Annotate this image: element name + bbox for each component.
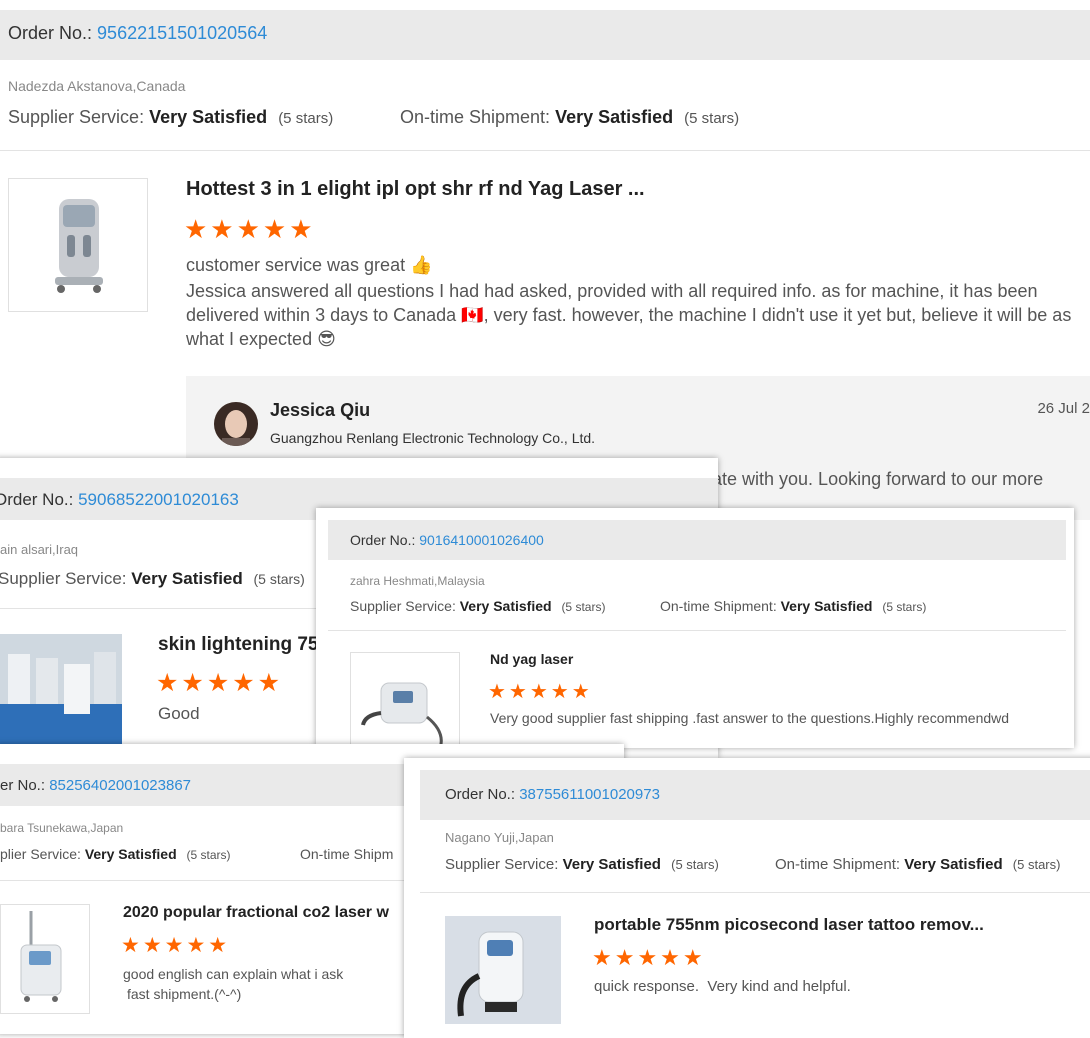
product-title-link[interactable]: Hottest 3 in 1 elight ipl opt shr rf nd … — [186, 178, 645, 201]
product-thumbnail[interactable] — [0, 904, 90, 1014]
reply-company: Guangzhou Renlang Electronic Technology … — [270, 430, 596, 446]
shipment-rating: On-time Shipment: Very Satisfied (5 star… — [660, 598, 927, 614]
product-thumbnail[interactable] — [445, 916, 561, 1024]
review-text-line1: good english can explain what i ask — [123, 966, 344, 982]
laser-machine-image — [55, 199, 103, 293]
supplier-service-rating: Supplier Service: Very Satisfied (5 star… — [8, 107, 334, 127]
buyer-name: bara Tsunekawa,Japan — [0, 821, 124, 835]
shipment-rating: On-time Shipm — [300, 846, 394, 862]
shipment-rating: On-time Shipment: Very Satisfied (5 star… — [400, 107, 740, 127]
order-label: Order No.: — [8, 23, 93, 43]
rating-stars: ★★★★★ — [488, 681, 593, 703]
shipment-rating: On-time Shipment: Very Satisfied (5 star… — [775, 856, 1061, 873]
order-header: Order No.: 95622151501020564 — [0, 10, 1090, 60]
order-number-link[interactable]: 95622151501020564 — [97, 23, 267, 43]
supplier-service-rating: Supplier Service: Very Satisfied (5 star… — [350, 598, 606, 614]
avatar — [214, 402, 258, 446]
co2-laser-image — [20, 911, 62, 1002]
rating-stars: ★★★★★ — [156, 669, 284, 697]
order-header: Order No.: 38755611001020973 — [420, 770, 1090, 820]
order-number-link[interactable]: 85256402001023867 — [49, 777, 191, 794]
order-label: Order No.: — [0, 490, 74, 509]
divider — [328, 630, 1066, 631]
buyer-name: zahra Heshmati,Malaysia — [350, 574, 485, 588]
review-text: quick response. Very kind and helpful. — [594, 978, 851, 995]
rating-stars: ★★★★★ — [592, 945, 706, 970]
review-card-3: Order No.: 9016410001026400 zahra Heshma… — [316, 508, 1074, 748]
product-title-link[interactable]: skin lightening 75 — [158, 634, 318, 656]
order-number-link[interactable]: 59068522001020163 — [78, 490, 239, 509]
order-number-link[interactable]: 38755611001020973 — [519, 786, 660, 803]
reply-text: rate with you. Looking forward to our mo… — [706, 469, 1044, 489]
review-card-1: Order No.: 95622151501020564 Nadezda Aks… — [0, 0, 1090, 520]
picosecond-laser-image — [445, 916, 561, 1024]
review-text-line1: customer service was great 👍 — [186, 255, 433, 275]
product-title-link[interactable]: portable 755nm picosecond laser tattoo r… — [594, 915, 984, 935]
order-number-link[interactable]: 9016410001026400 — [419, 532, 544, 548]
product-title-link[interactable]: 2020 popular fractional co2 laser w — [123, 904, 389, 922]
product-thumbnail[interactable] — [8, 178, 148, 312]
review-text-line2: fast shipment.(^-^) — [127, 986, 242, 1002]
product-thumbnail[interactable] — [350, 652, 460, 748]
review-text: Good — [158, 704, 200, 723]
order-label: Order No.: — [445, 786, 516, 803]
review-card-5: Order No.: 38755611001020973 Nagano Yuji… — [404, 758, 1090, 1038]
buyer-name: ain alsari,Iraq — [0, 542, 79, 557]
product-thumbnail[interactable] — [0, 634, 122, 746]
buyer-name: Nagano Yuji,Japan — [445, 830, 554, 845]
divider — [420, 892, 1090, 893]
supplier-service-rating: plier Service: Very Satisfied (5 stars) — [0, 846, 231, 862]
product-title-link[interactable]: Nd yag laser — [490, 651, 573, 667]
rating-stars: ★★★★★ — [184, 214, 316, 244]
divider — [0, 150, 1090, 151]
rating-stars: ★★★★★ — [121, 934, 231, 957]
review-text-body: Jessica answered all questions I had had… — [186, 281, 1072, 349]
factory-photo-image — [0, 634, 122, 746]
reply-date: 26 Jul 2 — [1037, 400, 1090, 417]
supplier-service-rating: Supplier Service: Very Satisfied (5 star… — [0, 569, 305, 588]
supplier-service-rating: Supplier Service: Very Satisfied (5 star… — [445, 856, 719, 873]
avatar-portrait-icon — [214, 402, 258, 446]
nd-yag-laser-image — [361, 682, 443, 748]
order-label: Order No.: — [350, 532, 416, 548]
order-header: Order No.: 9016410001026400 — [328, 520, 1066, 560]
reply-author: Jessica Qiu — [270, 400, 371, 420]
buyer-name: Nadezda Akstanova,Canada — [8, 78, 186, 94]
review-text: Very good supplier fast shipping .fast a… — [490, 710, 1010, 726]
order-label: er No.: — [0, 777, 46, 794]
